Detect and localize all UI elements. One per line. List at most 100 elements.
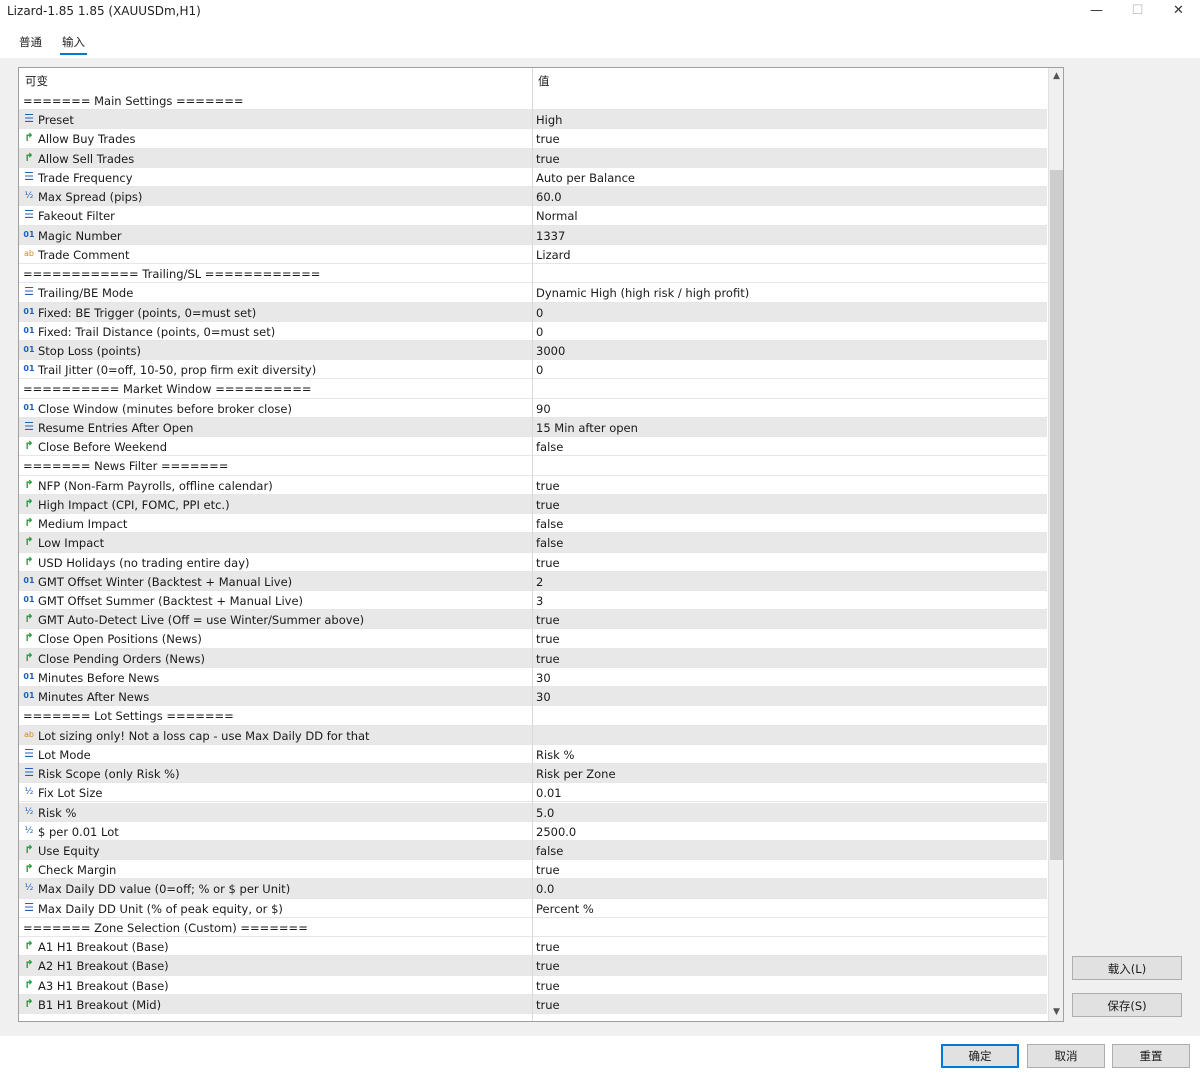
param-value[interactable]: false [536, 440, 563, 454]
param-value[interactable]: 0 [536, 363, 543, 377]
param-value[interactable]: 0.01 [536, 786, 562, 800]
table-row[interactable]: ☰ Risk Scope (only Risk %) Risk per Zone [19, 764, 1047, 784]
param-value[interactable]: 15 Min after open [536, 421, 638, 435]
param-value[interactable]: 30 [536, 690, 551, 704]
param-value[interactable]: 3 [536, 594, 543, 608]
table-row[interactable]: ↱ B1 H1 Breakout (Mid) true [19, 994, 1047, 1015]
minimize-button[interactable]: — [1074, 0, 1119, 22]
param-value[interactable]: 60.0 [536, 190, 562, 204]
maximize-button[interactable]: ☐ [1115, 0, 1160, 22]
table-row[interactable]: ======= Zone Selection (Custom) ======= [19, 917, 1047, 938]
table-row[interactable]: ↱ Allow Buy Trades true [19, 129, 1047, 149]
table-row[interactable]: ↱ A1 H1 Breakout (Base) true [19, 937, 1047, 957]
table-row[interactable]: ½ Max Spread (pips) 60.0 [19, 187, 1047, 207]
param-value[interactable]: Lizard [536, 248, 571, 262]
column-header-name[interactable]: 可变 [25, 73, 48, 89]
table-row[interactable]: ======= News Filter ======= [19, 456, 1047, 476]
param-value[interactable]: true [536, 152, 560, 166]
table-row[interactable]: 01 GMT Offset Winter (Backtest + Manual L… [19, 571, 1047, 591]
param-value[interactable]: true [536, 498, 560, 512]
param-value[interactable]: Risk per Zone [536, 767, 616, 781]
param-value[interactable]: Percent % [536, 902, 594, 916]
scroll-thumb[interactable] [1050, 170, 1063, 860]
table-row[interactable]: ab Lot sizing only! Not a loss cap - use … [19, 725, 1047, 745]
param-value[interactable]: true [536, 556, 560, 570]
table-row[interactable]: ↱ GMT Auto-Detect Live (Off = use Winter/… [19, 610, 1047, 630]
table-row[interactable]: ↱ Check Margin true [19, 860, 1047, 880]
param-value[interactable]: 3000 [536, 344, 565, 358]
param-value[interactable]: true [536, 959, 560, 973]
reset-button[interactable]: 重置 [1112, 1044, 1190, 1068]
table-row[interactable]: ↱ USD Holidays (no trading entire day) tru… [19, 553, 1047, 572]
param-value[interactable]: true [536, 979, 560, 993]
table-row[interactable]: ½ Max Daily DD value (0=off; % or $ per U… [19, 879, 1047, 899]
scroll-up-arrow-icon[interactable]: ▲ [1049, 68, 1063, 85]
table-row[interactable]: 01 Close Window (minutes before broker cl… [19, 399, 1047, 418]
param-value[interactable]: Auto per Balance [536, 171, 635, 185]
table-row[interactable]: ============ Trailing/SL ============ [19, 264, 1047, 284]
table-row[interactable]: 01 Fixed: BE Trigger (points, 0=must set)… [19, 302, 1047, 322]
load-button[interactable]: 载入(L) [1072, 956, 1182, 980]
table-row[interactable]: ½ Fix Lot Size 0.01 [19, 783, 1047, 803]
param-value[interactable]: 30 [536, 671, 551, 685]
vertical-scrollbar[interactable]: ▲ ▼ [1048, 68, 1063, 1021]
param-value[interactable]: false [536, 517, 563, 531]
param-value[interactable]: 0 [536, 306, 543, 320]
table-row[interactable]: 01 Minutes After News 30 [19, 687, 1047, 707]
tab-common[interactable]: 普通 [17, 34, 44, 53]
table-row[interactable]: ☰ Trailing/BE Mode Dynamic High (high risk… [19, 283, 1047, 303]
param-value[interactable]: Risk % [536, 748, 574, 762]
table-row[interactable]: ☰ Lot Mode Risk % [19, 745, 1047, 765]
param-value[interactable]: true [536, 863, 560, 877]
param-value[interactable]: 5.0 [536, 806, 554, 820]
table-row[interactable]: ab Trade Comment Lizard [19, 245, 1047, 265]
table-row[interactable]: ↱ Close Pending Orders (News) true [19, 648, 1047, 668]
param-value[interactable]: true [536, 132, 560, 146]
param-value[interactable]: true [536, 652, 560, 666]
param-value[interactable]: 1337 [536, 229, 565, 243]
table-row[interactable]: ↱ Use Equity false [19, 840, 1047, 861]
column-header-value[interactable]: 值 [538, 73, 550, 89]
table-row[interactable]: ☰ Trade Frequency Auto per Balance [19, 168, 1047, 188]
param-value[interactable]: true [536, 998, 560, 1012]
table-row[interactable]: ↱ NFP (Non-Farm Payrolls, offline calenda… [19, 476, 1047, 495]
scroll-down-arrow-icon[interactable]: ▼ [1049, 1004, 1063, 1021]
table-row[interactable]: ☰ Fakeout Filter Normal [19, 206, 1047, 226]
param-value[interactable]: false [536, 844, 563, 858]
table-row[interactable]: ↱ Allow Sell Trades true [19, 148, 1047, 168]
param-value[interactable]: false [536, 536, 563, 550]
table-row[interactable]: ======= Lot Settings ======= [19, 706, 1047, 726]
table-row[interactable]: 01 Trail Jitter (0=off, 10-50, prop firm … [19, 360, 1047, 380]
table-row[interactable]: ↱ A2 H1 Breakout (Base) true [19, 956, 1047, 976]
table-row[interactable]: 01 Fixed: Trail Distance (points, 0=must … [19, 322, 1047, 341]
close-button[interactable]: ✕ [1156, 0, 1200, 22]
save-button[interactable]: 保存(S) [1072, 993, 1182, 1017]
param-value[interactable]: 90 [536, 402, 551, 416]
param-value[interactable]: Normal [536, 209, 578, 223]
table-row[interactable]: ☰ Resume Entries After Open 15 Min after o… [19, 417, 1047, 438]
param-value[interactable]: true [536, 479, 560, 493]
ok-button[interactable]: 确定 [941, 1044, 1019, 1068]
table-row[interactable]: 01 Minutes Before News 30 [19, 668, 1047, 688]
table-row[interactable]: ↱ Close Before Weekend false [19, 437, 1047, 457]
table-row[interactable]: ======= Main Settings ======= [19, 91, 1047, 111]
column-divider[interactable] [532, 68, 533, 1021]
table-row[interactable]: ½ $ per 0.01 Lot 2500.0 [19, 822, 1047, 841]
table-row[interactable]: ↱ Medium Impact false [19, 514, 1047, 534]
table-row[interactable]: ☰ Preset High [19, 110, 1047, 130]
table-row[interactable]: 01 Magic Number 1337 [19, 225, 1047, 245]
table-row[interactable]: ↱ A3 H1 Breakout (Base) true [19, 976, 1047, 995]
param-value[interactable]: true [536, 613, 560, 627]
tab-inputs[interactable]: 输入 [60, 34, 87, 55]
table-row[interactable]: ========== Market Window ========== [19, 379, 1047, 399]
table-row[interactable]: ½ Risk % 5.0 [19, 802, 1047, 822]
cancel-button[interactable]: 取消 [1027, 1044, 1105, 1068]
table-row[interactable]: ↱ High Impact (CPI, FOMC, PPI etc.) true [19, 494, 1047, 515]
param-value[interactable]: High [536, 113, 562, 127]
param-value[interactable]: true [536, 632, 560, 646]
param-value[interactable]: 0.0 [536, 882, 554, 896]
table-row[interactable]: 01 Stop Loss (points) 3000 [19, 340, 1047, 361]
param-value[interactable]: Dynamic High (high risk / high profit) [536, 286, 749, 300]
table-row[interactable]: ↱ Close Open Positions (News) true [19, 629, 1047, 649]
table-row[interactable]: ☰ Max Daily DD Unit (% of peak equity, or… [19, 899, 1047, 918]
